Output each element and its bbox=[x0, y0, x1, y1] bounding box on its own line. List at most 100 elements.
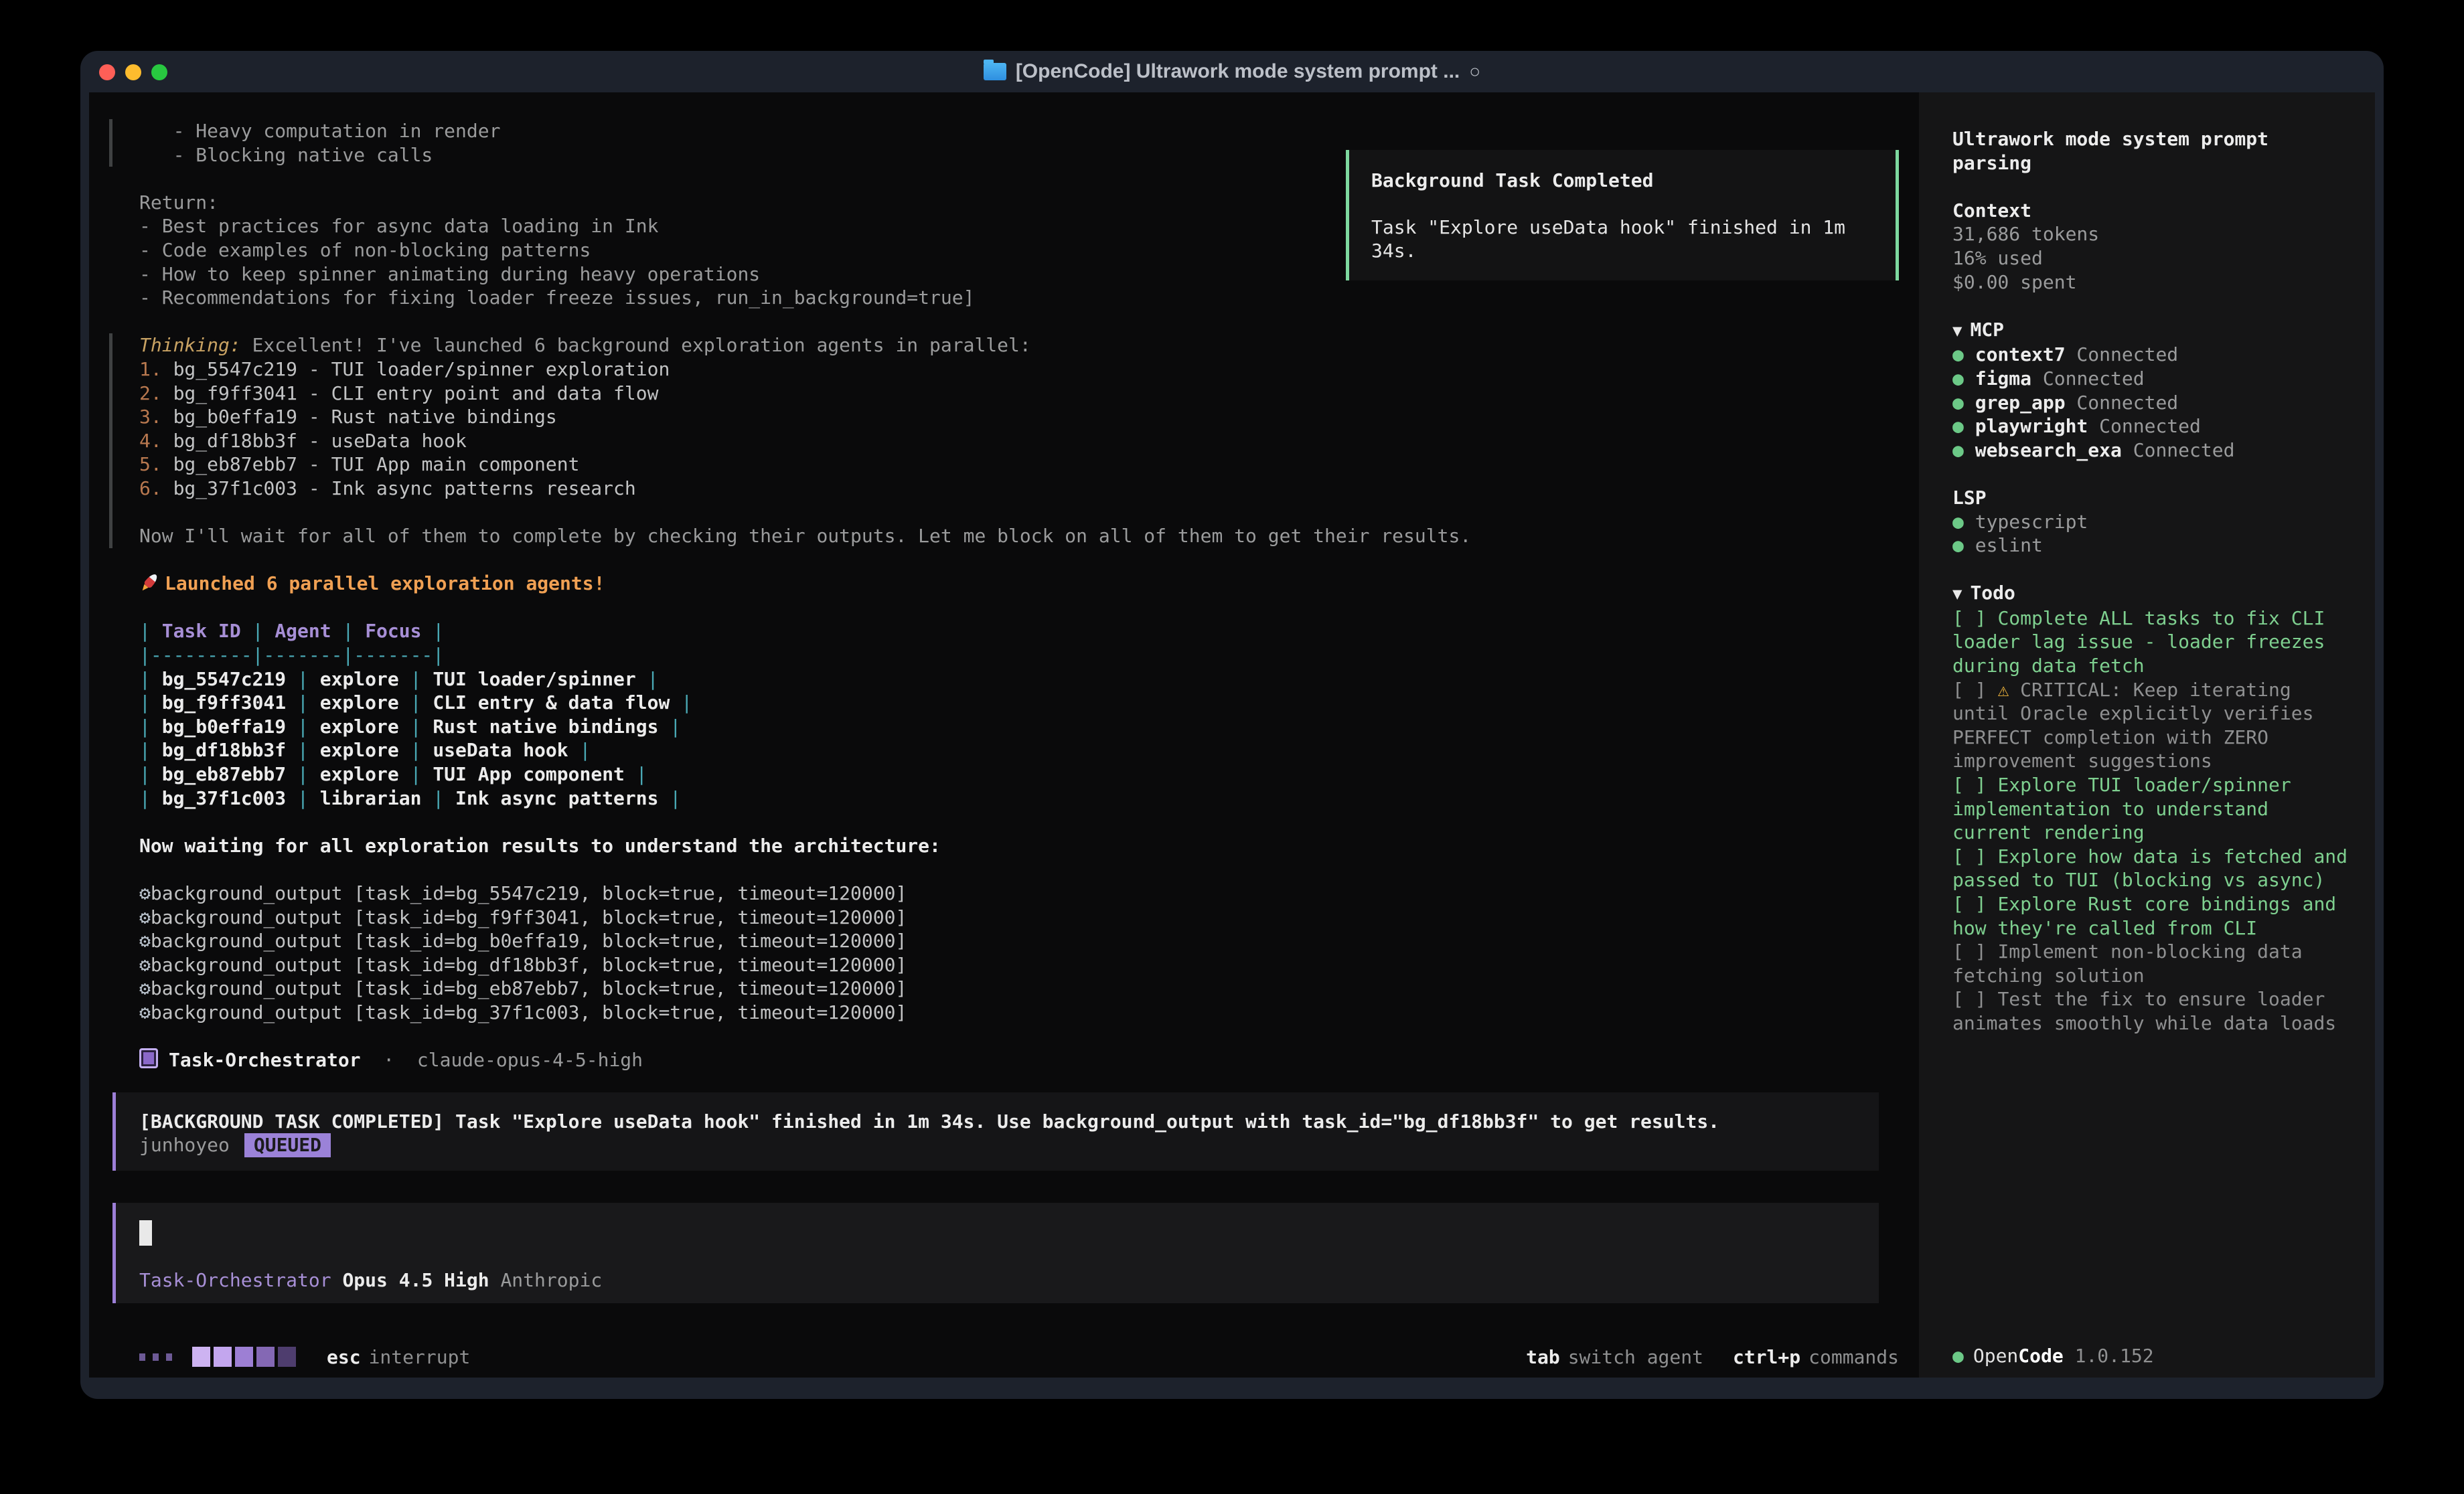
mcp-server-item: ● playwright Connected bbox=[1952, 414, 2356, 438]
table-pipe: | bbox=[139, 716, 162, 738]
desktop: { "icons": { "collapse": "▼", "dot": "●"… bbox=[0, 0, 2464, 1494]
green-dot-icon: ● bbox=[1952, 511, 1975, 533]
warning-icon: ⚠ bbox=[1997, 679, 2020, 701]
tool-call-line: ⚙background_output [task_id=bg_df18bb3f,… bbox=[139, 953, 1899, 977]
table-pipe: | bbox=[625, 763, 647, 785]
mcp-server-item: ● context7 Connected bbox=[1952, 343, 2356, 367]
table-cell: bg_df18bb3f bbox=[162, 739, 286, 761]
table-row: | bg_5547c219 | explore | TUI loader/spi… bbox=[139, 667, 1899, 691]
thinking-intro: Thinking: Excellent! I've launched 6 bac… bbox=[139, 333, 1899, 357]
context-stat: $0.00 spent bbox=[1952, 270, 2356, 295]
toast-notification[interactable]: Background Task Completed Task "Explore … bbox=[1346, 150, 1899, 280]
todo-checkbox: [ ] bbox=[1952, 940, 1997, 963]
todo-list: [ ] Complete ALL tasks to fix CLI loader… bbox=[1952, 606, 2356, 1035]
text-segment: - Heavy computation in render bbox=[139, 120, 500, 142]
green-dot-icon: ● bbox=[1952, 415, 1975, 437]
window-title: [OpenCode] Ultrawork mode system prompt … bbox=[1016, 60, 1460, 83]
lsp-server-name: typescript bbox=[1975, 511, 2088, 533]
brand-name-regular: Open bbox=[1973, 1345, 2018, 1367]
todo-item: [ ] Explore Rust core bindings and how t… bbox=[1952, 892, 2356, 940]
announcement: Launched 6 parallel exploration agents! bbox=[139, 572, 1899, 596]
prompt-input[interactable]: Task-Orchestrator Opus 4.5 High Anthropi… bbox=[112, 1203, 1879, 1303]
lsp-server-name: eslint bbox=[1975, 534, 2043, 556]
gear-icon: ⚙ bbox=[139, 1001, 151, 1023]
todo-item: [ ] Explore TUI loader/spinner implement… bbox=[1952, 773, 2356, 845]
tool-call-line: ⚙background_output [task_id=bg_37f1c003,… bbox=[139, 1001, 1899, 1025]
mcp-server-name: websearch_exa bbox=[1975, 439, 2122, 461]
text-segment: Now I'll wait for all of them to complet… bbox=[139, 525, 1471, 547]
tool-args: [task_id=bg_f9ff3041, block=true, timeou… bbox=[354, 906, 907, 928]
active-agent-name: Task-Orchestrator bbox=[139, 1269, 331, 1291]
table-row: | bg_eb87ebb7 | explore | TUI App compon… bbox=[139, 762, 1899, 786]
todo-checkbox: [ ] bbox=[1952, 988, 1997, 1010]
tool-call-line: ⚙background_output [task_id=bg_b0effa19,… bbox=[139, 929, 1899, 953]
background-task-message: [BACKGROUND TASK COMPLETED] Task "Explor… bbox=[112, 1092, 1879, 1171]
text-segment: bg_eb87ebb7 - TUI App main component bbox=[173, 453, 580, 475]
hint-key: esc bbox=[327, 1346, 361, 1368]
text-segment bbox=[139, 501, 151, 523]
thinking-item: 6. bg_37f1c003 - Ink async patterns rese… bbox=[139, 477, 1899, 501]
table-cell: bg_37f1c003 bbox=[162, 787, 286, 809]
table-pipe: | bbox=[399, 668, 433, 690]
collapse-triangle-icon[interactable]: ▼ bbox=[1952, 584, 1962, 603]
hint-label: interrupt bbox=[369, 1346, 471, 1368]
text-segment: bg_f9ff3041 - CLI entry point and data f… bbox=[173, 382, 659, 404]
list-number: 3. bbox=[139, 406, 173, 428]
table-row: | bg_f9ff3041 | explore | CLI entry & da… bbox=[139, 691, 1899, 715]
thinking-item: 3. bg_b0effa19 - Rust native bindings bbox=[139, 405, 1899, 429]
terminal-main-pane: - Heavy computation in render - Blocking… bbox=[89, 92, 1919, 1378]
table-cell: CLI entry & data flow bbox=[433, 691, 670, 714]
todo-checkbox: [ ] bbox=[1952, 607, 1997, 629]
todo-item: [ ] Complete ALL tasks to fix CLI loader… bbox=[1952, 606, 2356, 678]
mcp-heading-label: MCP bbox=[1970, 319, 2004, 341]
table-pipe: | bbox=[139, 668, 162, 690]
lsp-heading: LSP bbox=[1952, 486, 2356, 510]
thinking-label: Thinking: bbox=[139, 334, 241, 356]
tool-name: background_output bbox=[151, 954, 354, 976]
gear-icon: ⚙ bbox=[139, 930, 151, 952]
table-pipe: | bbox=[399, 763, 433, 785]
text-segment: bg_df18bb3f - useData hook bbox=[173, 430, 467, 452]
collapse-triangle-icon[interactable]: ▼ bbox=[1952, 321, 1962, 340]
green-dot-icon: ● bbox=[1952, 534, 1975, 556]
todo-heading-label: Todo bbox=[1970, 582, 2015, 604]
text-segment: Return: bbox=[139, 191, 218, 214]
thinking-block: Thinking: Excellent! I've launched 6 bac… bbox=[109, 333, 1899, 548]
text-segment: - Code examples of non-blocking patterns bbox=[139, 239, 591, 261]
todo-checkbox: [ ] bbox=[1952, 774, 1997, 796]
agent-footer-line: Task-Orchestrator · claude-opus-4-5-high bbox=[89, 1048, 1899, 1072]
agent-model: claude-opus-4-5-high bbox=[417, 1049, 643, 1071]
mcp-heading[interactable]: ▼ MCP bbox=[1952, 318, 2356, 343]
mcp-server-status: Connected bbox=[2066, 343, 2179, 365]
table-pipe: | bbox=[658, 716, 681, 738]
table-pipe: | bbox=[139, 691, 162, 714]
text-segment: - Recommendations for fixing loader free… bbox=[139, 286, 974, 309]
todo-text: Complete ALL tasks to fix CLI loader lag… bbox=[1952, 607, 2336, 677]
text-segment: - Best practices for async data loading … bbox=[139, 215, 658, 237]
table-cell: TUI loader/spinner bbox=[433, 668, 635, 690]
todo-heading[interactable]: ▼ Todo bbox=[1952, 581, 2356, 606]
context-heading: Context bbox=[1952, 199, 2356, 223]
tool-name: background_output bbox=[151, 1001, 354, 1023]
lsp-server-item: ● typescript bbox=[1952, 510, 2356, 534]
table-pipe: | bbox=[568, 739, 591, 761]
sidebar: Ultrawork mode system prompt parsing Con… bbox=[1919, 92, 2375, 1378]
username: junhoyeo bbox=[139, 1134, 230, 1156]
hints-left: esc interrupt bbox=[327, 1346, 470, 1368]
mcp-server-status: Connected bbox=[2088, 415, 2201, 437]
announcement-line: Launched 6 parallel exploration agents! bbox=[89, 572, 1899, 596]
table-pipe: | bbox=[286, 763, 320, 785]
todo-text: Implement non-blocking data fetching sol… bbox=[1952, 940, 2313, 987]
todo-checkbox: [ ] bbox=[1952, 679, 1997, 701]
todo-item: [ ] Explore how data is fetched and pass… bbox=[1952, 845, 2356, 892]
table-cell: librarian bbox=[320, 787, 422, 809]
context-stats: 31,686 tokens16% used$0.00 spent bbox=[1952, 222, 2356, 294]
mcp-server-name: playwright bbox=[1975, 415, 2088, 437]
queued-badge: QUEUED bbox=[244, 1133, 331, 1157]
key-hint: tabswitch agent bbox=[1526, 1346, 1703, 1368]
table-pipe: | bbox=[331, 620, 366, 642]
table-cell: explore bbox=[320, 739, 399, 761]
list-number: 2. bbox=[139, 382, 173, 404]
title-bar: [OpenCode] Ultrawork mode system prompt … bbox=[80, 51, 2384, 92]
agent-icon bbox=[139, 1048, 158, 1068]
